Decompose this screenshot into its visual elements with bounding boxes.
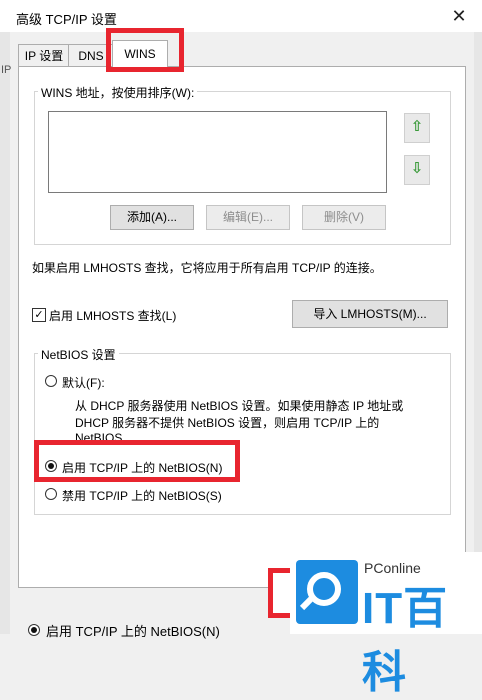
check-icon: ✓ <box>34 309 44 321</box>
background-window-right <box>474 32 482 634</box>
netbios-default-desc-line1: 从 DHCP 服务器使用 NetBIOS 设置。如果使用静态 IP 地址或 <box>75 399 404 413</box>
import-lmhosts-button[interactable]: 导入 LMHOSTS(M)... <box>292 300 448 328</box>
background-netbios-text: 启用 TCP/IP 上的 NetBIOS(N) <box>46 624 220 639</box>
down-arrow-icon: ⇩ <box>410 160 424 177</box>
delete-button[interactable]: 删除(V) <box>302 205 386 230</box>
background-window-left <box>0 32 10 634</box>
lmhosts-checkbox-label: 启用 LMHOSTS 查找(L) <box>49 309 177 323</box>
lmhosts-checkbox[interactable]: ✓ <box>32 308 46 322</box>
window-title: 高级 TCP/IP 设置 <box>16 12 117 27</box>
netbios-default-desc-line2: DHCP 服务器不提供 NetBIOS 设置，则启用 TCP/IP 上的 <box>75 416 380 430</box>
add-button[interactable]: 添加(A)... <box>110 205 194 230</box>
netbios-default-radio[interactable] <box>45 375 57 387</box>
netbios-disable-label: 禁用 TCP/IP 上的 NetBIOS(S) <box>62 489 222 503</box>
background-ip-label: IP <box>1 64 12 76</box>
tab-ip-settings[interactable]: IP 设置 <box>18 44 70 67</box>
wins-address-list[interactable] <box>48 111 387 193</box>
move-down-button[interactable]: ⇩ <box>404 155 430 185</box>
move-up-button[interactable]: ⇧ <box>404 113 430 143</box>
highlight-wins-tab <box>106 28 184 72</box>
up-arrow-icon: ⇧ <box>410 118 424 135</box>
netbios-disable-radio[interactable] <box>45 488 57 500</box>
watermark-brand: IT百科 <box>362 584 449 697</box>
netbios-group-label: NetBIOS 设置 <box>38 346 119 363</box>
close-icon[interactable]: ✕ <box>446 3 472 29</box>
background-netbios-radio <box>28 624 40 636</box>
lmhosts-info-text: 如果启用 LMHOSTS 查找，它将应用于所有启用 TCP/IP 的连接。 <box>32 261 382 275</box>
highlight-enable-netbios <box>34 440 240 482</box>
edit-button[interactable]: 编辑(E)... <box>206 205 290 230</box>
netbios-default-label: 默认(F): <box>62 376 105 390</box>
wins-group-label: WINS 地址，按使用排序(W): <box>38 84 198 101</box>
